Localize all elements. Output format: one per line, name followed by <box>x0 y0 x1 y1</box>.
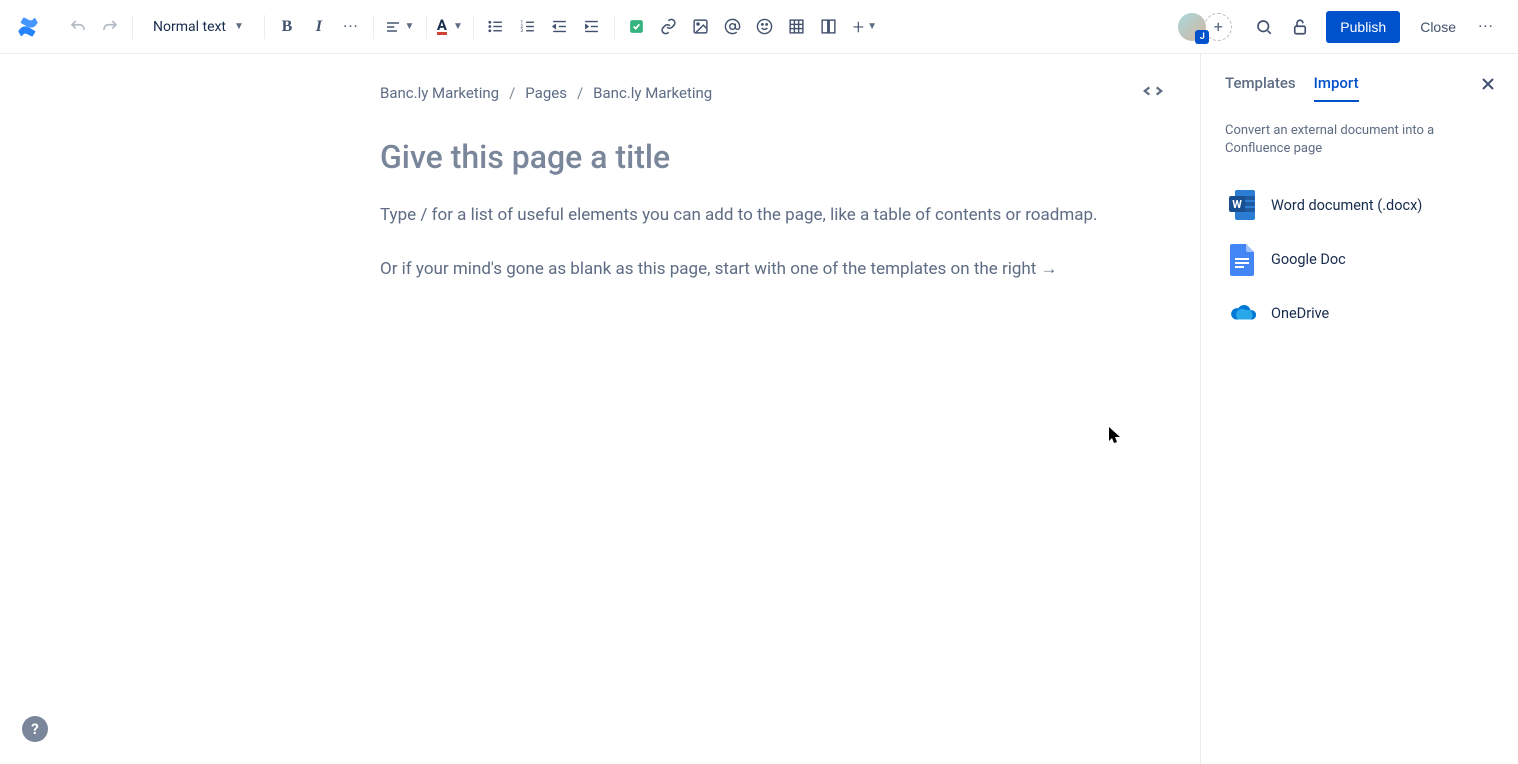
more-formatting-button[interactable]: ··· <box>335 11 367 43</box>
svg-text:3: 3 <box>521 28 524 34</box>
text-color-dropdown[interactable]: A ▼ <box>433 11 467 43</box>
restrictions-button[interactable] <box>1284 11 1316 43</box>
panel-tabs: Templates Import <box>1225 74 1494 104</box>
toolbar-separator <box>614 15 615 39</box>
toolbar-separator <box>426 15 427 39</box>
bold-button[interactable]: B <box>271 11 303 43</box>
import-option-onedrive[interactable]: OneDrive <box>1225 286 1494 340</box>
link-button[interactable] <box>653 11 685 43</box>
breadcrumb-item[interactable]: Banc.ly Marketing <box>593 84 712 102</box>
undo-button[interactable] <box>62 11 94 43</box>
avatar-badge: J <box>1195 30 1209 44</box>
editor-hint-line: Type / for a list of useful elements you… <box>380 202 1140 228</box>
toolbar-separator <box>264 15 265 39</box>
text-style-label: Normal text <box>153 19 226 35</box>
svg-text:W: W <box>1232 198 1242 211</box>
insert-dropdown[interactable]: + ▼ <box>845 11 885 43</box>
numbered-list-button[interactable]: 123 <box>512 11 544 43</box>
text-color-icon: A <box>437 18 447 35</box>
chevron-down-icon: ▼ <box>453 21 463 32</box>
mention-button[interactable] <box>717 11 749 43</box>
close-button[interactable]: Close <box>1410 11 1466 43</box>
close-panel-button[interactable] <box>1478 74 1498 94</box>
word-icon: W <box>1229 188 1257 222</box>
breadcrumb-item[interactable]: Banc.ly Marketing <box>380 84 499 102</box>
onedrive-icon <box>1229 296 1257 330</box>
text-style-dropdown[interactable]: Normal text ▼ <box>145 11 252 43</box>
breadcrumb: Banc.ly Marketing / Pages / Banc.ly Mark… <box>380 84 1140 102</box>
side-panel: Templates Import Convert an external doc… <box>1200 54 1518 764</box>
bullet-list-button[interactable] <box>480 11 512 43</box>
align-dropdown[interactable]: ▼ <box>380 11 420 43</box>
import-option-label: OneDrive <box>1271 305 1329 322</box>
page-width-toggle[interactable] <box>1142 84 1164 98</box>
chevron-down-icon: ▼ <box>234 21 244 32</box>
panel-description: Convert an external document into a Conf… <box>1225 122 1494 158</box>
emoji-button[interactable] <box>749 11 781 43</box>
redo-button[interactable] <box>94 11 126 43</box>
chevron-down-icon: ▼ <box>404 21 414 32</box>
tab-import[interactable]: Import <box>1314 74 1359 102</box>
toolbar-separator <box>132 15 133 39</box>
chevron-down-icon: ▼ <box>867 21 877 32</box>
help-button[interactable]: ? <box>22 716 48 742</box>
breadcrumb-separator: / <box>509 84 515 102</box>
table-button[interactable] <box>781 11 813 43</box>
indent-button[interactable] <box>576 11 608 43</box>
image-button[interactable] <box>685 11 717 43</box>
publish-button[interactable]: Publish <box>1326 11 1400 43</box>
editor-hint-line: Or if your mind's gone as blank as this … <box>380 256 1140 282</box>
page-title-input[interactable]: Give this page a title <box>380 138 1140 176</box>
google-doc-icon <box>1229 242 1257 276</box>
italic-button[interactable]: I <box>303 11 335 43</box>
breadcrumb-item[interactable]: Pages <box>525 84 567 102</box>
toolbar-separator <box>473 15 474 39</box>
import-option-word[interactable]: W Word document (.docx) <box>1225 178 1494 232</box>
breadcrumb-separator: / <box>577 84 583 102</box>
main-content: Banc.ly Marketing / Pages / Banc.ly Mark… <box>0 54 1518 764</box>
outdent-button[interactable] <box>544 11 576 43</box>
page-body-editor[interactable]: Type / for a list of useful elements you… <box>380 202 1140 283</box>
user-avatar[interactable]: J <box>1178 13 1206 41</box>
import-option-label: Word document (.docx) <box>1271 197 1422 214</box>
import-option-label: Google Doc <box>1271 251 1346 268</box>
editor-toolbar: Normal text ▼ B I ··· ▼ A ▼ 123 <box>0 0 1518 54</box>
action-item-button[interactable] <box>621 11 653 43</box>
import-option-gdoc[interactable]: Google Doc <box>1225 232 1494 286</box>
toolbar-separator <box>373 15 374 39</box>
tab-templates[interactable]: Templates <box>1225 74 1296 102</box>
layouts-button[interactable] <box>813 11 845 43</box>
more-actions-button[interactable]: ··· <box>1470 11 1502 43</box>
find-replace-button[interactable] <box>1248 11 1280 43</box>
confluence-logo[interactable] <box>16 15 40 39</box>
editor-area: Banc.ly Marketing / Pages / Banc.ly Mark… <box>0 54 1200 764</box>
